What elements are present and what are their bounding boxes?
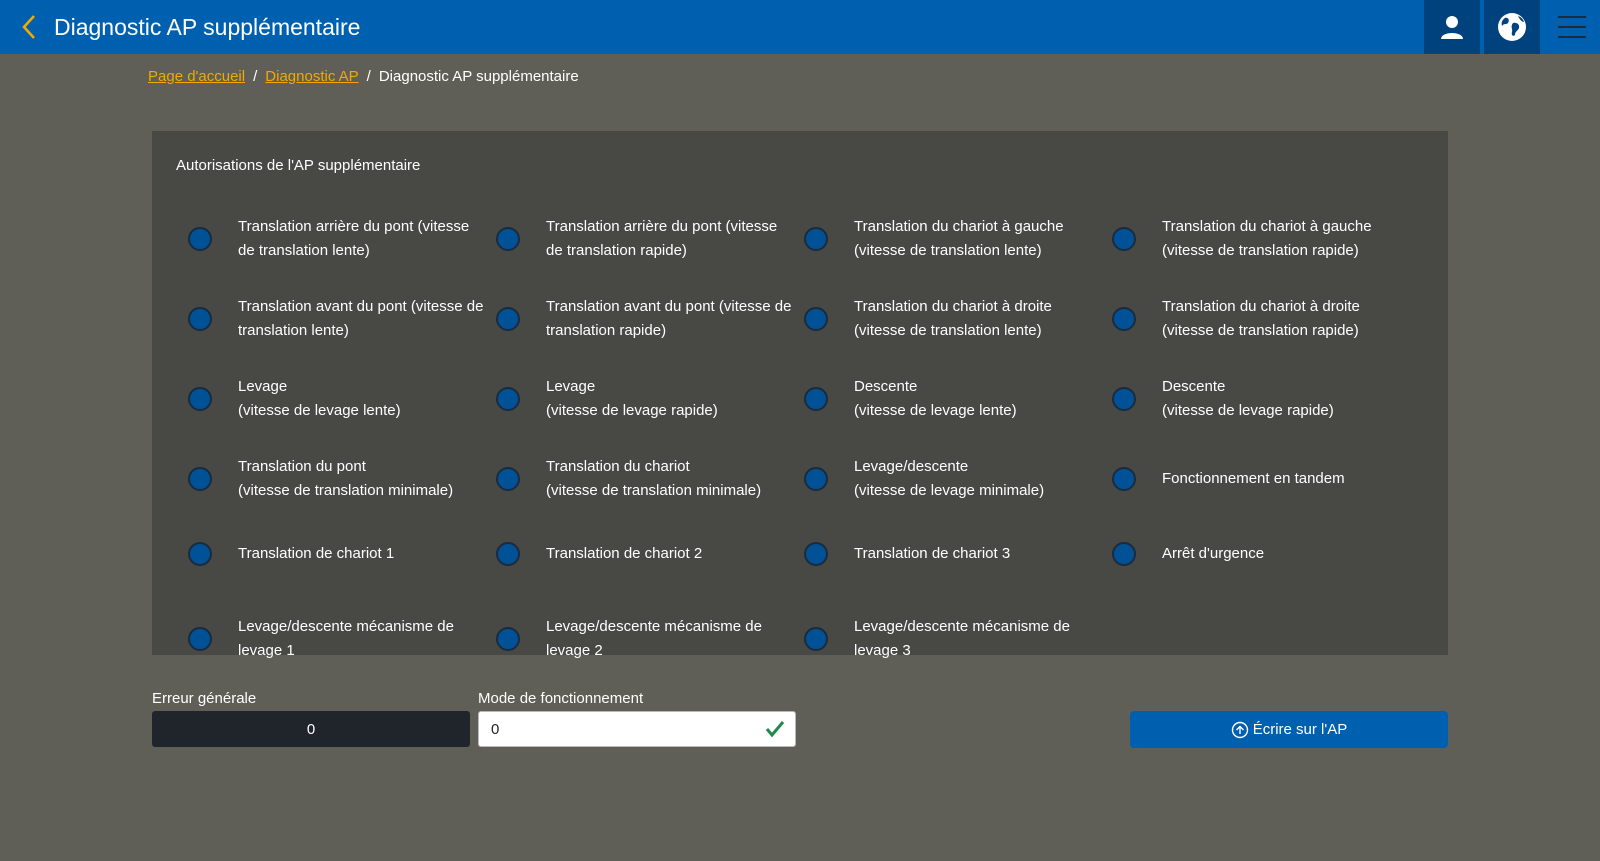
permission-label: Descente (vitesse de levage rapide) (1162, 378, 1334, 419)
permission-item: Translation avant du pont (vitesse de tr… (484, 279, 792, 359)
status-indicator (804, 387, 828, 411)
write-to-ap-label: Écrire sur l'AP (1252, 721, 1348, 738)
status-indicator (496, 542, 520, 566)
status-indicator (804, 227, 828, 251)
write-to-ap-button[interactable]: Écrire sur l'AP (1130, 711, 1448, 748)
permission-label: Translation avant du pont (vitesse de tr… (238, 298, 484, 339)
page-title: Diagnostic AP supplémentaire (54, 13, 361, 40)
upload-circle-icon (1231, 721, 1248, 738)
status-indicator (496, 387, 520, 411)
chevron-left-icon (22, 15, 35, 39)
status-indicator (188, 227, 212, 251)
permission-item: Levage/descente (vitesse de levage minim… (792, 439, 1100, 519)
breadcrumb-home-link[interactable]: Page d'accueil (148, 68, 245, 85)
status-indicator (188, 387, 212, 411)
permission-item: Translation du chariot à droite (vitesse… (1100, 279, 1408, 359)
status-indicator (1112, 467, 1136, 491)
breadcrumb: Page d'accueil / Diagnostic AP / Diagnos… (148, 68, 579, 85)
status-indicator (496, 627, 520, 651)
permission-item: Descente (vitesse de levage rapide) (1100, 359, 1408, 439)
menu-button[interactable] (1544, 0, 1600, 54)
status-indicator (1112, 227, 1136, 251)
operating-mode-input[interactable]: 0 (478, 711, 796, 747)
permission-item: Levage/descente mécanisme de levage 1 (176, 599, 484, 679)
permission-item: Translation arrière du pont (vitesse de … (484, 199, 792, 279)
general-error-value: 0 (152, 711, 470, 747)
permissions-grid: Translation arrière du pont (vitesse de … (176, 199, 1408, 679)
permission-item: Translation de chariot 2 (484, 519, 792, 589)
status-indicator (188, 467, 212, 491)
status-indicator (188, 542, 212, 566)
permission-item: Translation du chariot à gauche (vitesse… (792, 199, 1100, 279)
globe-icon (1498, 13, 1526, 41)
permission-label: Translation du chariot à droite (vitesse… (854, 298, 1052, 339)
permission-label: Translation du chariot à droite (vitesse… (1162, 298, 1360, 339)
permission-label: Translation arrière du pont (vitesse de … (238, 218, 470, 259)
permission-item: Translation avant du pont (vitesse de tr… (176, 279, 484, 359)
general-error-label: Erreur générale (152, 690, 257, 707)
permission-label: Levage/descente (vitesse de levage minim… (854, 458, 1045, 499)
breadcrumb-current: Diagnostic AP supplémentaire (378, 68, 579, 85)
permission-label: Translation du chariot (vitesse de trans… (546, 458, 762, 499)
status-indicator (804, 627, 828, 651)
hamburger-menu-icon (1558, 16, 1586, 38)
permission-item: Descente (vitesse de levage lente) (792, 359, 1100, 439)
permission-label: Translation de chariot 1 (238, 545, 395, 562)
user-icon (1441, 16, 1463, 39)
status-indicator (1112, 307, 1136, 331)
check-icon (765, 721, 785, 738)
permission-label: Translation avant du pont (vitesse de tr… (546, 298, 792, 339)
status-indicator (1112, 542, 1136, 566)
status-indicator (496, 467, 520, 491)
permission-item: Translation de chariot 3 (792, 519, 1100, 589)
back-button[interactable] (14, 12, 44, 42)
breadcrumb-parent-link[interactable]: Diagnostic AP (265, 68, 358, 85)
panel-title: Autorisations de l'AP supplémentaire (176, 157, 421, 174)
permission-label: Translation de chariot 2 (546, 545, 703, 562)
status-indicator (496, 227, 520, 251)
language-button[interactable] (1484, 0, 1540, 54)
permission-label: Translation de chariot 3 (854, 545, 1011, 562)
permission-label: Levage (vitesse de levage rapide) (546, 378, 718, 419)
status-indicator (804, 307, 828, 331)
permission-label: Levage/descente mécanisme de levage 1 (238, 618, 454, 659)
permission-label: Translation arrière du pont (vitesse de … (546, 218, 778, 259)
status-indicator (188, 627, 212, 651)
permission-item: Translation arrière du pont (vitesse de … (176, 199, 484, 279)
permission-label: Translation du chariot à gauche (vitesse… (1162, 218, 1372, 259)
permission-item: Levage (vitesse de levage lente) (176, 359, 484, 439)
permission-item: Levage/descente mécanisme de levage 2 (484, 599, 792, 679)
permission-label: Descente (vitesse de levage lente) (854, 378, 1017, 419)
status-indicator (804, 467, 828, 491)
permissions-panel: Autorisations de l'AP supplémentaire Tra… (152, 131, 1448, 659)
permission-label: Levage/descente mécanisme de levage 2 (546, 618, 762, 659)
breadcrumb-separator: / (253, 68, 258, 85)
operating-mode-value: 0 (491, 720, 500, 738)
permission-label: Arrêt d'urgence (1162, 545, 1265, 562)
status-indicator (804, 542, 828, 566)
top-actions (1424, 0, 1600, 54)
permission-item: Fonctionnement en tandem (1100, 439, 1408, 519)
permission-label: Levage (vitesse de levage lente) (238, 378, 401, 419)
permission-label: Fonctionnement en tandem (1162, 470, 1345, 487)
status-indicator (188, 307, 212, 331)
permission-label: Translation du chariot à gauche (vitesse… (854, 218, 1064, 259)
permission-item: Arrêt d'urgence (1100, 519, 1408, 589)
permission-item: Translation du chariot à gauche (vitesse… (1100, 199, 1408, 279)
permission-item: Translation du pont (vitesse de translat… (176, 439, 484, 519)
status-indicator (496, 307, 520, 331)
top-bar: Diagnostic AP supplémentaire (0, 0, 1600, 54)
permission-item: Translation de chariot 1 (176, 519, 484, 589)
user-button[interactable] (1424, 0, 1480, 54)
status-indicator (1112, 387, 1136, 411)
breadcrumb-separator: / (366, 68, 371, 85)
permission-label: Translation du pont (vitesse de translat… (238, 458, 454, 499)
permission-item: Translation du chariot (vitesse de trans… (484, 439, 792, 519)
permission-item: Levage (vitesse de levage rapide) (484, 359, 792, 439)
operating-mode-label: Mode de fonctionnement (478, 690, 644, 707)
permission-item: Translation du chariot à droite (vitesse… (792, 279, 1100, 359)
permission-label: Levage/descente mécanisme de levage 3 (854, 618, 1070, 659)
permission-item: Levage/descente mécanisme de levage 3 (792, 599, 1100, 679)
